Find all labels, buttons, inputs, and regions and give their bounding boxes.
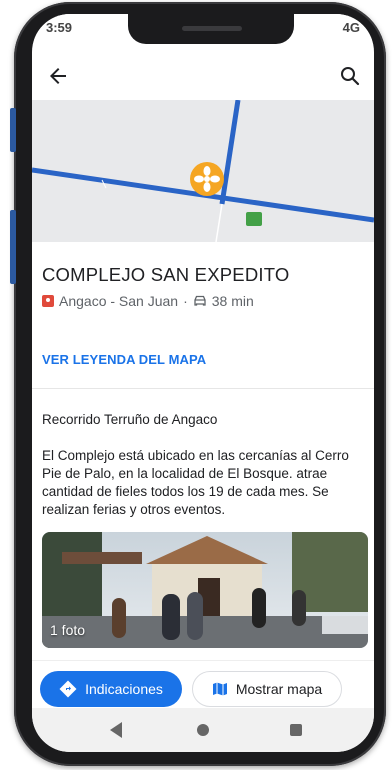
view-legend-link[interactable]: VER LEYENDA DEL MAPA bbox=[42, 352, 206, 367]
place-subtitle: Angaco - San Juan · 38 min bbox=[42, 293, 254, 309]
tour-title: Recorrido Terruño de Angaco bbox=[42, 412, 218, 427]
photo-count: 1 foto bbox=[50, 622, 86, 638]
map-icon bbox=[212, 682, 227, 696]
phone-side-button-upper bbox=[10, 108, 16, 152]
phone-side-button-lower bbox=[10, 210, 16, 284]
place-photo[interactable]: 1 foto bbox=[42, 532, 368, 648]
search-icon bbox=[341, 67, 360, 86]
action-bar: Indicaciones Mostrar mapa bbox=[32, 660, 374, 709]
marker-symbol bbox=[194, 166, 220, 192]
tour-section: Recorrido Terruño de Angaco El Complejo … bbox=[32, 390, 374, 660]
map-green-poi-icon[interactable] bbox=[246, 212, 262, 226]
place-location: Angaco - San Juan bbox=[59, 293, 179, 309]
show-map-button[interactable]: Mostrar mapa bbox=[192, 671, 342, 707]
place-marker-icon[interactable] bbox=[190, 162, 224, 196]
separator-dot: · bbox=[183, 293, 188, 309]
directions-button[interactable]: Indicaciones bbox=[40, 671, 182, 707]
legend-section: VER LEYENDA DEL MAPA bbox=[32, 324, 374, 389]
phone-screen: 3:59 4G COMPLEJO SAN EXPEDITO Angaco - S… bbox=[32, 14, 374, 752]
phone-speaker bbox=[182, 26, 242, 31]
nav-recents-icon[interactable] bbox=[290, 724, 302, 736]
map-view[interactable] bbox=[32, 100, 374, 242]
show-map-label: Mostrar mapa bbox=[235, 681, 323, 697]
directions-icon bbox=[59, 680, 77, 698]
app-bar bbox=[32, 54, 374, 98]
photo-scene bbox=[42, 532, 368, 648]
nav-back-icon[interactable] bbox=[110, 722, 122, 738]
nav-home-icon[interactable] bbox=[197, 724, 209, 736]
phone-notch bbox=[128, 14, 294, 44]
tour-description: El Complejo está ubicado en las cercanía… bbox=[42, 448, 349, 517]
search-button[interactable] bbox=[338, 64, 362, 88]
drive-time: 38 min bbox=[211, 293, 254, 309]
back-button[interactable] bbox=[46, 64, 70, 88]
place-header: COMPLEJO SAN EXPEDITO Angaco - San Juan … bbox=[32, 242, 374, 325]
place-title: COMPLEJO SAN EXPEDITO bbox=[42, 264, 290, 285]
status-time: 3:59 bbox=[46, 20, 73, 35]
car-icon bbox=[194, 295, 206, 306]
status-signal: 4G bbox=[342, 20, 360, 35]
location-pin-icon bbox=[42, 295, 54, 307]
arrow-left-icon bbox=[50, 68, 66, 84]
system-navigation-bar bbox=[32, 708, 374, 752]
directions-label: Indicaciones bbox=[85, 681, 163, 697]
